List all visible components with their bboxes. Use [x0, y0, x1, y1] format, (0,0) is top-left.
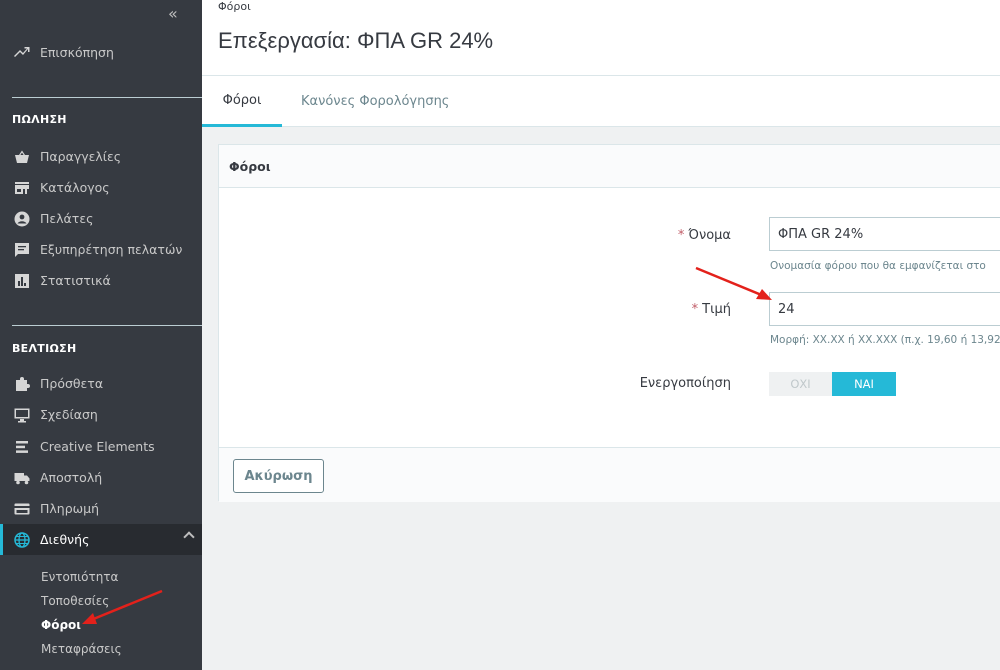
page-header: Φόροι Επεξεργασία: ΦΠΑ GR 24% — [202, 0, 1000, 75]
sidebar-item-label: Αποστολή — [40, 470, 103, 485]
sidebar-subitem-taxes[interactable]: Φόροι — [41, 618, 81, 632]
tax-form-card: Φόροι * Όνομα ΦΠΑ GR 24% Ονομασία φόρου π… — [218, 144, 1000, 502]
rate-label: * Τιμή — [531, 302, 731, 317]
required-mark: * — [691, 302, 699, 317]
name-input[interactable]: ΦΠΑ GR 24% — [769, 217, 1000, 251]
globe-icon — [14, 531, 30, 548]
cancel-button[interactable]: Ακύρωση — [233, 459, 324, 493]
account-circle-icon — [14, 211, 30, 227]
sidebar-item-label: Κατάλογος — [40, 180, 110, 195]
sidebar-subitem-localization[interactable]: Εντοπιότητα — [41, 570, 118, 584]
sidebar-item-customers[interactable]: Πελάτες — [0, 203, 202, 234]
rate-input[interactable]: 24 — [769, 292, 1000, 326]
section-title-sell: ΠΩΛΗΣΗ — [12, 113, 67, 126]
chat-icon — [14, 242, 30, 258]
sidebar-item-label: Επισκόπηση — [40, 45, 114, 60]
tab-taxes[interactable]: Φόροι — [202, 76, 282, 127]
sidebar-item-customer-service[interactable]: Εξυπηρέτηση πελατών — [0, 234, 202, 265]
sidebar-subitem-locations[interactable]: Τοποθεσίες — [41, 594, 109, 608]
name-label-text: Όνομα — [688, 228, 731, 243]
tab-bar: Φόροι Κανόνες Φορολόγησης — [202, 75, 1000, 127]
sidebar-divider — [12, 97, 202, 98]
breadcrumb[interactable]: Φόροι — [218, 0, 251, 13]
sidebar-subitem-translations[interactable]: Μεταφράσεις — [41, 642, 122, 656]
name-label: * Όνομα — [531, 228, 731, 243]
credit-card-icon — [14, 501, 30, 517]
sidebar-item-label: Στατιστικά — [40, 273, 111, 288]
sidebar-item-shipping[interactable]: Αποστολή — [0, 462, 202, 493]
sidebar-item-stats[interactable]: Στατιστικά — [0, 265, 202, 296]
elementor-icon — [14, 439, 30, 455]
sidebar-item-overview[interactable]: Επισκόπηση — [0, 37, 202, 68]
puzzle-icon — [14, 376, 30, 392]
sidebar-item-payment[interactable]: Πληρωμή — [0, 493, 202, 524]
collapse-sidebar-icon[interactable]: « — [168, 4, 178, 23]
page-title: Επεξεργασία: ΦΠΑ GR 24% — [218, 28, 494, 53]
rate-label-text: Τιμή — [702, 302, 731, 317]
sidebar: « Επισκόπηση ΠΩΛΗΣΗ Παραγγελίες Κατάλογο… — [0, 0, 202, 670]
rate-help-text: Μορφή: XX.XX ή XX.XXX (π.χ. 19,60 ή 13,9… — [770, 334, 1000, 346]
sidebar-item-label: Παραγγελίες — [40, 149, 122, 164]
sidebar-item-label: Σχεδίαση — [40, 407, 98, 422]
sidebar-divider — [12, 325, 202, 326]
sidebar-item-label: Διεθνής — [40, 532, 90, 547]
section-title-improve: ΒΕΛΤΙΩΣΗ — [12, 342, 77, 355]
card-footer: Ακύρωση — [219, 447, 1000, 502]
sidebar-item-label: Πελάτες — [40, 211, 94, 226]
required-mark: * — [677, 228, 685, 243]
tab-tax-rules[interactable]: Κανόνες Φορολόγησης — [301, 76, 449, 127]
desktop-icon — [14, 407, 30, 423]
switch-off-option[interactable]: ΟΧΙ — [769, 372, 832, 396]
trending-up-icon — [14, 45, 30, 61]
sidebar-item-design[interactable]: Σχεδίαση — [0, 399, 202, 430]
chevron-up-icon — [183, 531, 195, 543]
sidebar-item-orders[interactable]: Παραγγελίες — [0, 141, 202, 172]
card-title: Φόροι — [219, 145, 1000, 188]
enable-switch[interactable]: ΟΧΙ ΝΑΙ — [769, 372, 896, 396]
sidebar-item-label: Εξυπηρέτηση πελατών — [40, 242, 183, 257]
sidebar-item-creative-elements[interactable]: Creative Elements — [0, 431, 202, 462]
sidebar-item-label: Creative Elements — [40, 439, 155, 454]
sidebar-item-catalog[interactable]: Κατάλογος — [0, 172, 202, 203]
basket-icon — [14, 149, 30, 165]
store-icon — [14, 180, 30, 196]
name-help-text: Ονομασία φόρου που θα εμφανίζεται στο — [770, 260, 986, 272]
sidebar-item-label: Πληρωμή — [40, 501, 99, 516]
truck-icon — [14, 470, 30, 486]
bar-chart-icon — [14, 273, 30, 289]
enable-label: Ενεργοποίηση — [639, 376, 731, 391]
switch-on-option[interactable]: ΝΑΙ — [832, 372, 896, 396]
sidebar-item-international[interactable]: Διεθνής — [0, 524, 202, 555]
sidebar-item-label: Πρόσθετα — [40, 376, 104, 391]
sidebar-item-modules[interactable]: Πρόσθετα — [0, 368, 202, 399]
